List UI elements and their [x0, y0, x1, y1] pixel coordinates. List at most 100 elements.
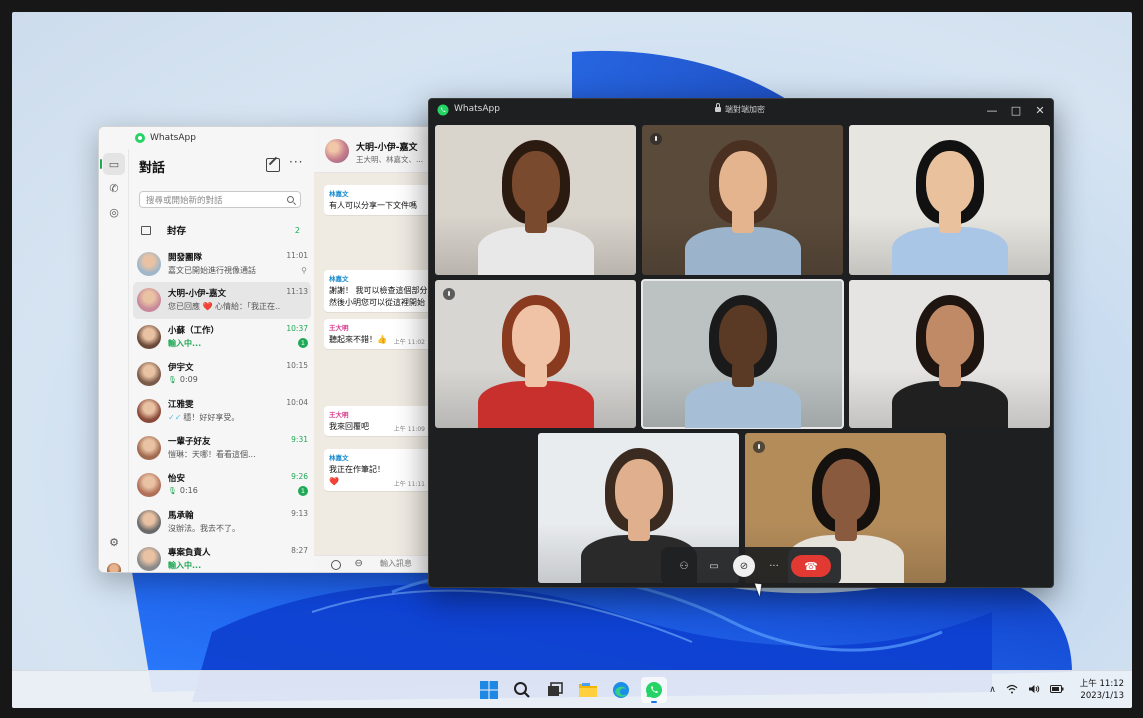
chat-window-app-title: WhatsApp: [150, 133, 196, 143]
chat-avatar: [137, 436, 161, 460]
chat-icon[interactable]: ▭: [100, 153, 125, 175]
battery-icon[interactable]: [1049, 684, 1064, 696]
mic-muted-icon[interactable]: ⊘: [733, 555, 755, 577]
edge-icon[interactable]: [608, 677, 634, 703]
message-bubble[interactable]: 林嘉文 有人可以分享一下文件嗎: [324, 185, 437, 215]
chat-avatar: [137, 510, 161, 534]
chat-time: 9:31: [291, 435, 308, 444]
whatsapp-logo-icon: [135, 133, 145, 143]
voice-message-icon: 🎙: [168, 376, 177, 384]
chat-preview: 您已回應 ❤️ 心情給：「我正在...: [168, 301, 280, 312]
clock[interactable]: 上午 11:12 2023/1/13: [1080, 678, 1124, 702]
chat-preview-text: 您已回應 ❤️ 心情給：「我正在...: [168, 302, 280, 311]
participant-face: [511, 150, 560, 214]
windows-start-icon[interactable]: [476, 677, 502, 703]
message-bubble[interactable]: 王大明 我來回覆吧 上午 11:09: [324, 406, 437, 436]
chat-name: 怡安: [168, 474, 186, 484]
status-icon[interactable]: ◎: [103, 201, 125, 223]
chat-list-item[interactable]: 江雅雯 ✓✓ 穩！好好享受。 10:04: [133, 393, 311, 430]
chat-time: 9:13: [291, 509, 308, 518]
chat-list-item[interactable]: 專案負責人 輸入中... 8:27: [133, 541, 311, 572]
participant-face: [718, 305, 767, 368]
participant-video-tile[interactable]: [849, 280, 1050, 428]
participant-body: [684, 227, 801, 275]
whatsapp-icon[interactable]: [641, 677, 667, 703]
wifi-icon[interactable]: [1006, 684, 1018, 697]
chat-list-item[interactable]: 小蘇（工作） 輸入中... 10:37 1: [133, 319, 311, 356]
participant-face: [925, 305, 974, 368]
participant-face: [718, 150, 767, 214]
chat-name: 大明-小伊-嘉文: [168, 289, 227, 299]
maximize-button[interactable]: □: [1007, 101, 1025, 119]
chat-list-item[interactable]: 大明-小伊-嘉文 您已回應 ❤️ 心情給：「我正在... 11:13: [133, 282, 311, 319]
chat-preview-text: 穩！好好享受。: [183, 413, 240, 422]
archive-icon: [141, 225, 151, 235]
message-bubble[interactable]: 林嘉文謝謝！ 我可以檢查這個部分 然後小明您可以從這裡開始: [324, 270, 437, 312]
chat-list-item[interactable]: 伊宇文 🎙 0:09 10:15: [133, 356, 311, 393]
chat-preview: 🎙 0:16: [168, 486, 198, 495]
chat-name: 開發團隊: [168, 253, 203, 263]
chat-list-title: 對話: [139, 161, 166, 176]
message-bubble[interactable]: 王大明 聽起來不錯！👍 上午 11:02: [324, 319, 437, 349]
search-icon[interactable]: [509, 677, 535, 703]
video-icon[interactable]: ▭: [703, 555, 725, 577]
task-view-icon[interactable]: [542, 677, 568, 703]
participant-video-tile[interactable]: [641, 279, 844, 429]
call-window-titlebar: WhatsApp 端對端加密 — □ ✕: [429, 99, 1053, 121]
clock-date: 2023/1/13: [1080, 691, 1124, 701]
chat-name: 馬承翰: [168, 511, 194, 521]
chat-preview-text: 嘉文已開始進行視像通話: [168, 266, 256, 275]
archived-row[interactable]: 封存 2: [139, 219, 304, 241]
file-explorer-icon[interactable]: [575, 677, 601, 703]
participant-video-tile[interactable]: [849, 125, 1050, 275]
conversation-header[interactable]: 大明-小伊-嘉文 王大明、林嘉文、...: [314, 127, 437, 173]
attach-icon[interactable]: ⊘: [351, 557, 365, 571]
read-ticks-icon: ✓✓: [168, 413, 182, 422]
close-button[interactable]: ✕: [1031, 101, 1049, 119]
volume-icon[interactable]: [1028, 684, 1040, 697]
chat-list-item[interactable]: 怡安 🎙 0:16 9:26 1: [133, 467, 311, 504]
chat-preview-text: 輸入中...: [168, 339, 202, 348]
participants-icon[interactable]: ⚇: [673, 555, 695, 577]
chat-preview: 輸入中...: [168, 560, 201, 571]
more-options-button[interactable]: ···: [289, 155, 303, 169]
chat-name: 一輩子好友: [168, 437, 211, 447]
end-call-icon[interactable]: ☎: [791, 555, 831, 577]
unread-badge: 1: [298, 338, 308, 348]
message-text: 有人可以分享一下文件嗎: [329, 201, 417, 210]
emoji-icon[interactable]: [331, 560, 341, 570]
chat-preview: 嘉文已開始進行視像通話: [168, 265, 256, 276]
archived-label: 封存: [167, 226, 187, 237]
chat-list-item[interactable]: 馬承翰 沒辦法。我去不了。 9:13: [133, 504, 311, 541]
minimize-button[interactable]: —: [983, 101, 1001, 119]
participant-video-tile[interactable]: [642, 125, 843, 275]
whatsapp-call-window: WhatsApp 端對端加密 — □ ✕ ⚇ ▭ ⊘ ··· ☎: [428, 98, 1054, 588]
new-chat-button[interactable]: [266, 158, 280, 172]
chat-name: 小蘇（工作）: [168, 326, 220, 336]
unread-badge: 1: [298, 486, 308, 496]
mic-muted-icon: [753, 441, 765, 453]
chat-list-item[interactable]: 一輩子好友愷琳：天哪！看看這個... 9:31: [133, 430, 311, 467]
profile-avatar[interactable]: [107, 563, 121, 572]
call-window-app-title: WhatsApp: [454, 104, 500, 114]
chat-preview-text: 愷琳：天哪！看看這個...: [168, 450, 256, 459]
chat-preview: 輸入中...: [168, 338, 201, 349]
settings-icon[interactable]: ⚙: [103, 531, 125, 553]
phone-icon[interactable]: ✆: [103, 177, 125, 199]
chat-time: 10:37: [286, 324, 308, 333]
participant-body: [684, 380, 801, 428]
message-author: 林嘉文: [329, 454, 349, 462]
message-author: 林嘉文: [329, 275, 349, 283]
participant-video-tile[interactable]: [435, 125, 636, 275]
chat-list-item[interactable]: 開發團隊 嘉文已開始進行視像通話 11:01 ⚲: [133, 246, 311, 283]
voice-message-icon: 🎙: [168, 487, 177, 495]
participant-face: [925, 150, 974, 214]
chat-preview: ✓✓ 穩！好好享受。: [168, 412, 239, 423]
message-text: 謝謝！ 我可以檢查這個部分 然後小明您可以從這裡開始: [329, 286, 428, 307]
chevron-up-icon[interactable]: ∧: [989, 685, 996, 695]
search-input[interactable]: 搜尋或開始新的對話: [139, 191, 301, 208]
more-icon[interactable]: ···: [763, 555, 785, 577]
participant-video-tile[interactable]: [435, 280, 636, 428]
message-bubble[interactable]: 林嘉文 我正在作筆記！ ❤️ 上午 11:11: [324, 449, 437, 491]
chat-preview: 🎙 0:09: [168, 375, 198, 384]
